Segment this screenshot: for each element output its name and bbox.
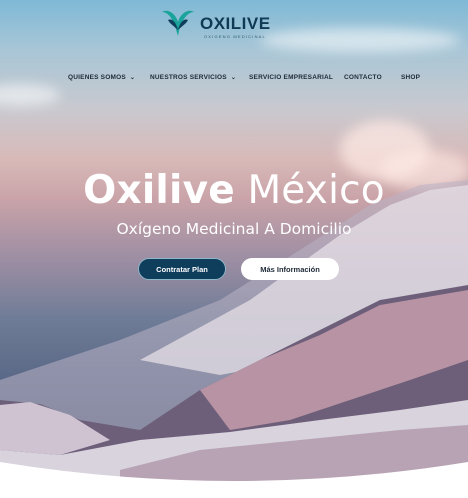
nav-item-nuestros-servicios[interactable]: NUESTROS SERVICIOS ⌄ — [150, 74, 236, 81]
hero-title: Oxilive México — [0, 168, 468, 213]
nav-item-label: SHOP — [401, 74, 421, 81]
hero-title-bold: Oxilive — [83, 168, 235, 213]
wing-heart-logo-icon — [162, 10, 194, 36]
chevron-down-icon: ⌄ — [230, 75, 237, 81]
nav-item-label: NUESTROS SERVICIOS — [150, 74, 227, 81]
main-navigation: QUIENES SOMOS ⌄ NUESTROS SERVICIOS ⌄ SERVI… — [0, 74, 468, 86]
mas-informacion-button[interactable]: Más Información — [241, 258, 339, 280]
nav-item-label: SERVICIO EMPRESARIAL — [249, 74, 334, 81]
hero-title-light: México — [247, 168, 385, 213]
hero-subtitle: Oxígeno Medicinal A Domicilio — [116, 220, 352, 238]
nav-item-label: QUIENES SOMOS — [68, 74, 126, 81]
brand-tagline: OXIGENO MEDICINAL — [204, 34, 266, 39]
nav-item-label: CONTACTO — [344, 74, 382, 81]
brand-logo[interactable]: OXILIVE OXIGENO MEDICINAL — [158, 6, 308, 42]
nav-item-shop[interactable]: SHOP — [401, 74, 420, 81]
chevron-down-icon: ⌄ — [129, 75, 136, 81]
nav-item-quienes-somos[interactable]: QUIENES SOMOS ⌄ — [68, 74, 135, 81]
brand-name: OXILIVE — [200, 14, 271, 33]
nav-item-contacto[interactable]: CONTACTO — [344, 74, 382, 81]
contratar-plan-button[interactable]: Contratar Plan — [138, 258, 226, 280]
nav-item-servicio-empresarial[interactable]: SERVICIO EMPRESARIAL — [249, 74, 333, 81]
hero-section: OXILIVE OXIGENO MEDICINAL QUIENES SOMOS ⌄… — [0, 0, 468, 498]
